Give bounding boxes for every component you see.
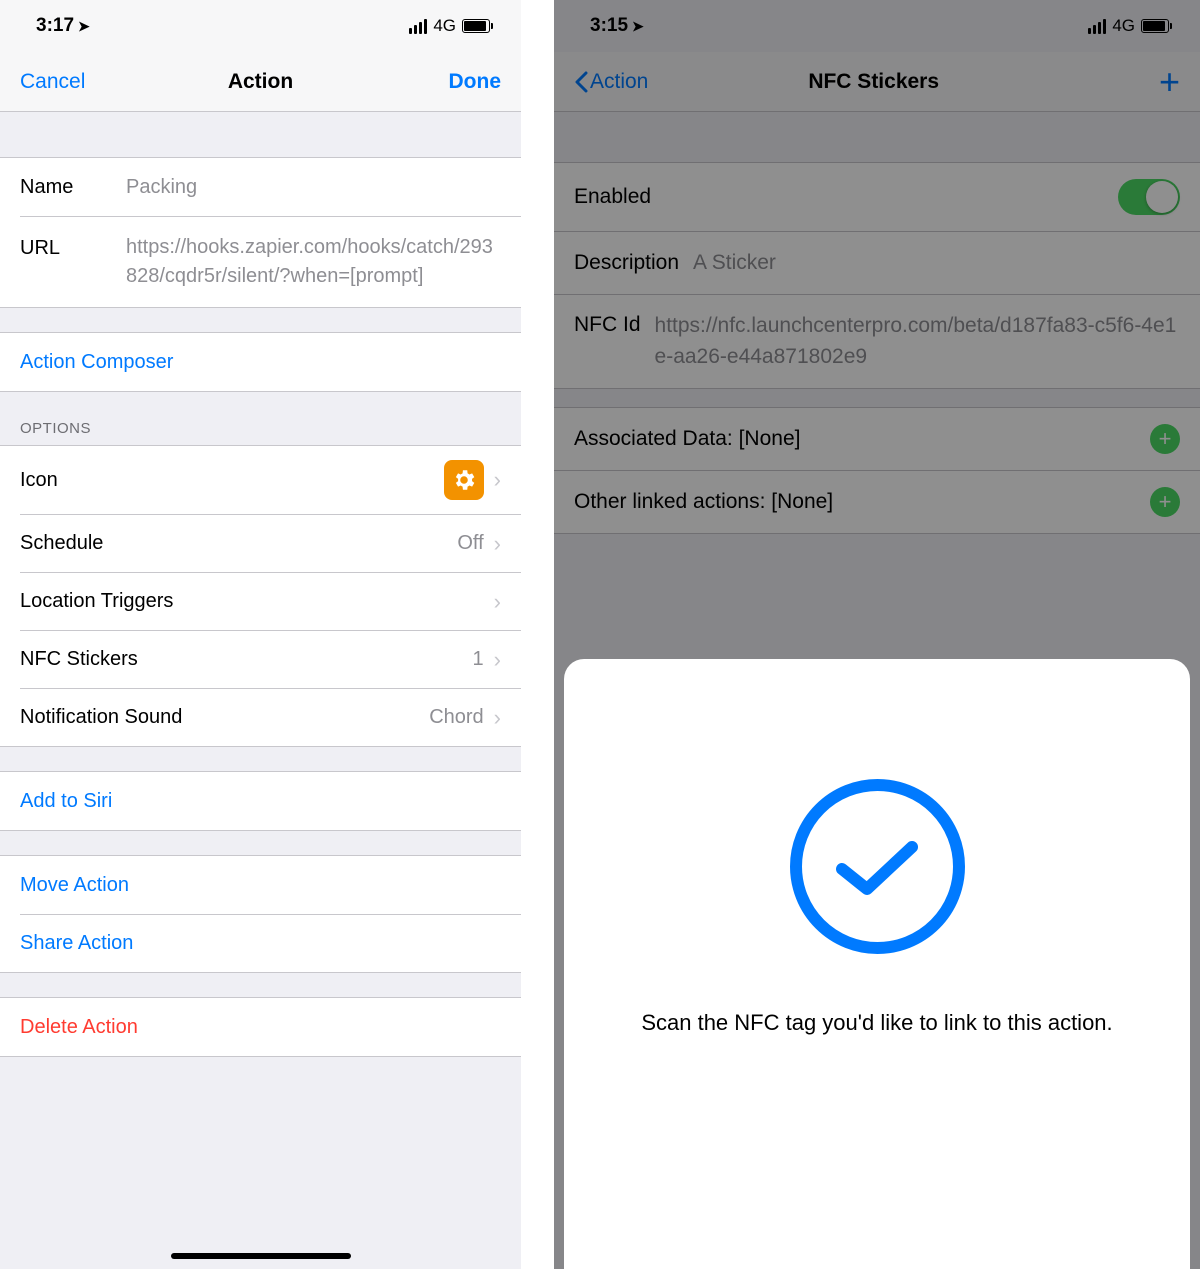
nfc-label: NFC Stickers xyxy=(20,648,473,671)
schedule-value: Off xyxy=(457,532,483,555)
chevron-left-icon xyxy=(574,71,588,93)
nfcid-row: NFC Id https://nfc.launchcenterpro.com/b… xyxy=(554,294,1200,388)
nav-title: Action xyxy=(120,70,401,94)
network-label: 4G xyxy=(1112,16,1135,36)
nav-title: NFC Stickers xyxy=(588,70,1159,94)
chevron-right-icon: › xyxy=(494,589,501,615)
nfc-stickers-row[interactable]: NFC Stickers 1 › xyxy=(20,630,521,688)
notification-sound-row[interactable]: Notification Sound Chord › xyxy=(20,688,521,746)
signal-icon xyxy=(409,19,427,34)
enabled-toggle[interactable] xyxy=(1118,179,1180,215)
status-time: 3:17 xyxy=(36,15,74,37)
location-triggers-row[interactable]: Location Triggers › xyxy=(20,572,521,630)
chevron-right-icon: › xyxy=(494,467,501,493)
chevron-right-icon: › xyxy=(494,705,501,731)
other-linked-row[interactable]: Other linked actions: [None] + xyxy=(554,470,1200,533)
name-value[interactable]: Packing xyxy=(126,176,501,199)
enabled-label: Enabled xyxy=(574,185,1104,209)
description-value: A Sticker xyxy=(693,248,1180,278)
url-label: URL xyxy=(20,233,126,260)
checkmark-circle-icon xyxy=(790,779,965,954)
network-label: 4G xyxy=(433,16,456,36)
delete-action-button[interactable]: Delete Action xyxy=(0,998,521,1056)
nfc-value: 1 xyxy=(473,648,484,671)
schedule-row[interactable]: Schedule Off › xyxy=(20,514,521,572)
description-label: Description xyxy=(574,251,679,275)
nfcid-label: NFC Id xyxy=(574,311,641,337)
battery-icon xyxy=(462,19,493,33)
done-button[interactable]: Done xyxy=(401,70,501,94)
cancel-button[interactable]: Cancel xyxy=(20,70,120,94)
url-value[interactable]: https://hooks.zapier.com/hooks/catch/293… xyxy=(126,233,501,291)
name-label: Name xyxy=(20,176,126,199)
move-action-button[interactable]: Move Action xyxy=(0,856,521,914)
action-composer-button[interactable]: Action Composer xyxy=(0,333,521,391)
battery-icon xyxy=(1141,19,1172,33)
icon-label: Icon xyxy=(20,469,444,492)
chevron-right-icon: › xyxy=(494,531,501,557)
enabled-row: Enabled xyxy=(554,163,1200,231)
associated-data-row[interactable]: Associated Data: [None] + xyxy=(554,408,1200,470)
status-time: 3:15 xyxy=(590,15,628,37)
sound-value: Chord xyxy=(429,706,483,729)
url-row[interactable]: URL https://hooks.zapier.com/hooks/catch… xyxy=(20,216,521,307)
nfcid-value: https://nfc.launchcenterpro.com/beta/d18… xyxy=(655,311,1180,372)
nav-bar: Action NFC Stickers + xyxy=(554,52,1200,112)
sound-label: Notification Sound xyxy=(20,706,429,729)
associated-data-label: Associated Data: [None] xyxy=(574,427,1150,451)
icon-row[interactable]: Icon › xyxy=(0,446,521,514)
nfc-scan-sheet: Scan the NFC tag you'd like to link to t… xyxy=(564,659,1190,1269)
signal-icon xyxy=(1088,19,1106,34)
location-label: Location Triggers xyxy=(20,590,494,613)
add-button[interactable]: + xyxy=(1159,64,1180,100)
add-circle-icon[interactable]: + xyxy=(1150,424,1180,454)
add-to-siri-button[interactable]: Add to Siri xyxy=(0,772,521,830)
name-row[interactable]: Name Packing xyxy=(0,158,521,216)
sheet-text: Scan the NFC tag you'd like to link to t… xyxy=(591,1006,1162,1039)
description-row[interactable]: Description A Sticker xyxy=(554,231,1200,294)
schedule-label: Schedule xyxy=(20,532,457,555)
nav-bar: Cancel Action Done xyxy=(0,52,521,112)
gear-icon xyxy=(444,460,484,500)
status-bar: 3:17 ➤ 4G xyxy=(0,0,521,52)
location-arrow-icon: ➤ xyxy=(632,18,644,35)
add-circle-icon[interactable]: + xyxy=(1150,487,1180,517)
location-arrow-icon: ➤ xyxy=(78,18,90,35)
share-action-button[interactable]: Share Action xyxy=(20,914,521,972)
other-linked-label: Other linked actions: [None] xyxy=(574,490,1150,514)
status-bar: 3:15 ➤ 4G xyxy=(554,0,1200,52)
home-indicator[interactable] xyxy=(171,1253,351,1259)
options-header: OPTIONS xyxy=(0,392,521,445)
chevron-right-icon: › xyxy=(494,647,501,673)
